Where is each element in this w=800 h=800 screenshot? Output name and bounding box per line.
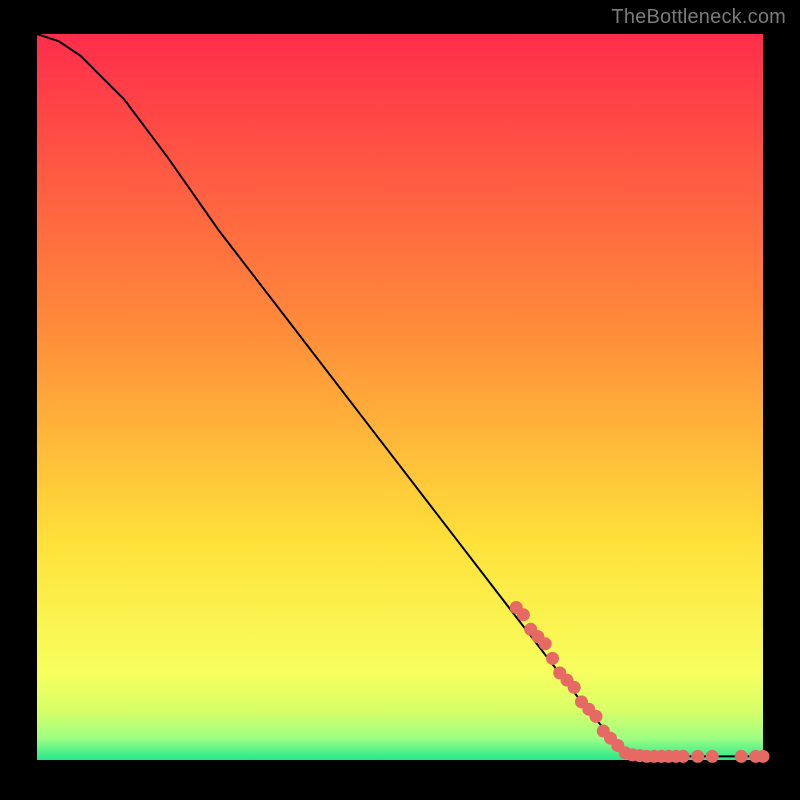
data-marker bbox=[539, 637, 552, 650]
chart-svg bbox=[0, 0, 800, 800]
attribution-label: TheBottleneck.com bbox=[611, 6, 786, 29]
data-marker bbox=[517, 608, 530, 621]
data-marker bbox=[590, 710, 603, 723]
data-marker bbox=[691, 750, 704, 763]
data-marker bbox=[757, 750, 770, 763]
data-marker bbox=[677, 750, 690, 763]
data-marker bbox=[546, 652, 559, 665]
data-marker bbox=[735, 750, 748, 763]
plot-background bbox=[37, 34, 763, 760]
data-marker bbox=[568, 681, 581, 694]
data-marker bbox=[706, 750, 719, 763]
chart-container: { "attribution": "TheBottleneck.com", "c… bbox=[0, 0, 800, 800]
